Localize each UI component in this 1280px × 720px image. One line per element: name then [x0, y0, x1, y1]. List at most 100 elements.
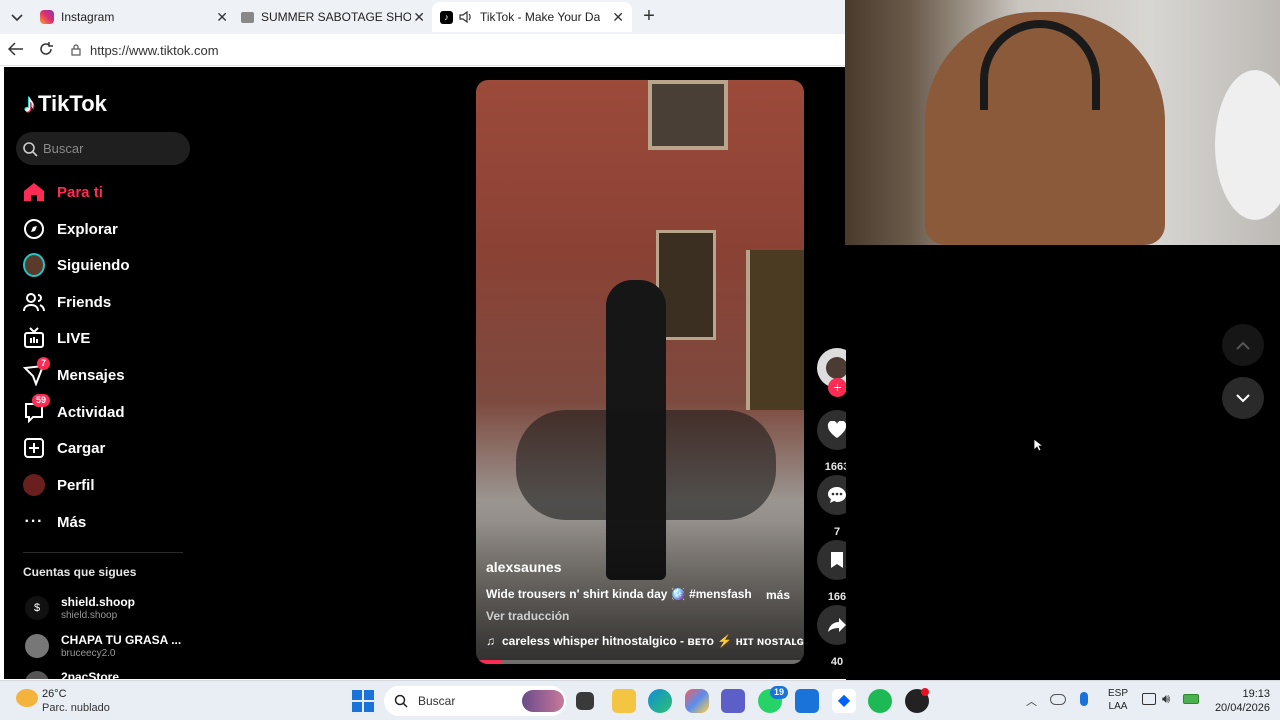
new-tab-button[interactable]: + [638, 6, 660, 28]
nav-explorar[interactable]: Explorar [23, 214, 118, 244]
windows-logo-icon [352, 690, 374, 712]
video-player[interactable]: alexsaunes Wide trousers n' shirt kinda … [476, 80, 804, 664]
language-code: ESP [1107, 688, 1128, 699]
account-name: 2pacStore [61, 670, 120, 679]
nav-cargar[interactable]: Cargar [23, 433, 105, 463]
video-caption: Wide trousers n' shirt kinda day 🪩 #mens… [486, 587, 751, 601]
friends-icon [23, 291, 45, 313]
site-info-icon[interactable] [70, 44, 82, 56]
search-input[interactable]: Buscar [16, 132, 190, 165]
copilot-icon[interactable] [685, 689, 709, 713]
url-field[interactable]: https://www.tiktok.com [66, 38, 846, 62]
nav-label: Cargar [57, 439, 106, 457]
file-explorer-icon[interactable] [612, 689, 636, 713]
search-icon [394, 694, 408, 708]
nav-label: Actividad [57, 403, 125, 421]
building-window [648, 80, 728, 150]
tab-instagram[interactable]: Instagram ✕ [32, 2, 236, 32]
video-username[interactable]: alexsaunes [486, 559, 562, 575]
nav-siguiendo[interactable]: Siguiendo [23, 250, 130, 280]
nav-actividad[interactable]: Actividad 59 [23, 394, 125, 427]
music-title: careless whisper hitnostalgico - ʙᴇᴛᴏ ⚡ … [502, 634, 804, 648]
translate-link[interactable]: Ver traducción [486, 609, 569, 623]
nav-para-ti[interactable]: Para ti [23, 177, 103, 207]
nav-label: Para ti [57, 183, 103, 201]
share-icon [828, 618, 846, 632]
tiktok-logo[interactable]: ♪ TikTok [23, 88, 107, 119]
next-video-button[interactable] [1222, 377, 1264, 419]
show-hidden-icons-button[interactable]: ︿ [1026, 693, 1037, 709]
live-tv-icon [23, 327, 45, 349]
url-text: https://www.tiktok.com [90, 42, 219, 58]
weather-widget[interactable]: 26°C Parc. nublado [14, 686, 114, 716]
dropbox-icon[interactable]: ◆ [832, 689, 856, 713]
weather-temp: 26°C [42, 688, 67, 700]
taskbar-search[interactable]: Buscar [384, 686, 566, 716]
account-handle: bruceecy2.0 [61, 648, 116, 659]
following-avatar-icon [23, 253, 45, 277]
account-name: CHAPA TU GRASA ... [61, 633, 182, 647]
home-icon [23, 181, 45, 203]
nav-friends[interactable]: Friends [23, 287, 111, 317]
battery-icon[interactable] [1183, 694, 1199, 704]
nav-label: LIVE [57, 329, 91, 347]
reload-icon [40, 42, 53, 55]
start-button[interactable] [352, 690, 374, 712]
spotify-icon[interactable] [868, 689, 892, 713]
volume-icon[interactable]: 🔊︎ [1162, 691, 1170, 707]
compass-icon [23, 218, 45, 240]
like-button[interactable]: 1663 [817, 410, 846, 473]
nav-label: Más [57, 513, 87, 531]
onedrive-icon[interactable] [1050, 694, 1066, 705]
tab-list-dropdown-button[interactable] [6, 7, 28, 29]
tiktok-wordmark: TikTok [38, 90, 107, 116]
page-scroll-area [846, 245, 1280, 680]
taskbar: 26°C Parc. nublado Buscar 19 ◆ ︿ ESP LAA… [0, 680, 1280, 720]
save-button[interactable]: 166 [817, 540, 846, 603]
nav-perfil[interactable]: Perfil [23, 470, 95, 500]
share-button[interactable]: 40 [817, 605, 846, 668]
search-highlight-image [522, 690, 564, 712]
teams-icon[interactable] [721, 689, 745, 713]
task-view-icon[interactable] [576, 692, 594, 710]
close-tab-icon[interactable]: ✕ [612, 9, 624, 26]
following-account[interactable]: $ shield.shoop shield.shoop [23, 594, 193, 624]
comment-count: 7 [833, 526, 841, 538]
whatsapp-badge: 19 [770, 686, 789, 699]
following-account[interactable]: CHAPA TU GRASA ... bruceecy2.0 [23, 632, 193, 662]
reload-button[interactable] [38, 41, 56, 59]
close-tab-icon[interactable]: ✕ [216, 9, 228, 26]
profile-avatar-icon [23, 474, 45, 496]
progress-fill [476, 660, 503, 664]
back-button[interactable] [7, 42, 26, 58]
nav-label: Perfil [57, 476, 95, 494]
progress-track[interactable] [476, 660, 804, 664]
music-row[interactable]: ♫ careless whisper hitnostalgico - ʙᴇᴛᴏ … [486, 634, 804, 648]
following-account[interactable]: 2pacStore [23, 669, 193, 679]
nav-label: Explorar [57, 220, 118, 238]
close-tab-icon[interactable]: ✕ [413, 9, 425, 26]
nav-label: Siguiendo [57, 256, 130, 274]
network-icon[interactable] [1142, 693, 1156, 705]
clock[interactable]: 19:13 20/04/2026 [1206, 687, 1270, 715]
creator-avatar[interactable]: + [817, 348, 846, 397]
edge-icon[interactable] [648, 689, 672, 713]
language-indicator[interactable]: ESP LAA [1104, 687, 1132, 713]
arrow-left-icon [7, 42, 23, 56]
keyboard-layout: LAA [1108, 701, 1128, 712]
caption-more-button[interactable]: más [766, 588, 790, 602]
speaker-icon[interactable] [459, 11, 473, 23]
previous-video-button[interactable] [1222, 324, 1264, 366]
nav-live[interactable]: LIVE [23, 323, 90, 353]
nav-mas[interactable]: ··· Más [23, 507, 87, 537]
follow-plus-icon[interactable]: + [828, 378, 846, 397]
account-avatar [25, 634, 49, 658]
store-icon[interactable] [795, 689, 819, 713]
microphone-icon[interactable] [1080, 692, 1088, 706]
comment-button[interactable]: 7 [817, 475, 846, 538]
nav-mensajes[interactable]: Mensajes 7 [23, 357, 125, 390]
mouse-cursor-icon [1033, 438, 1045, 457]
taskbar-search-label: Buscar [418, 694, 456, 708]
tab-summer-sabotage[interactable]: SUMMER SABOTAGE SHORTS | Per ✕ [233, 2, 433, 32]
tab-tiktok[interactable]: ♪ TikTok - Make Your Day ✕ [432, 2, 632, 32]
